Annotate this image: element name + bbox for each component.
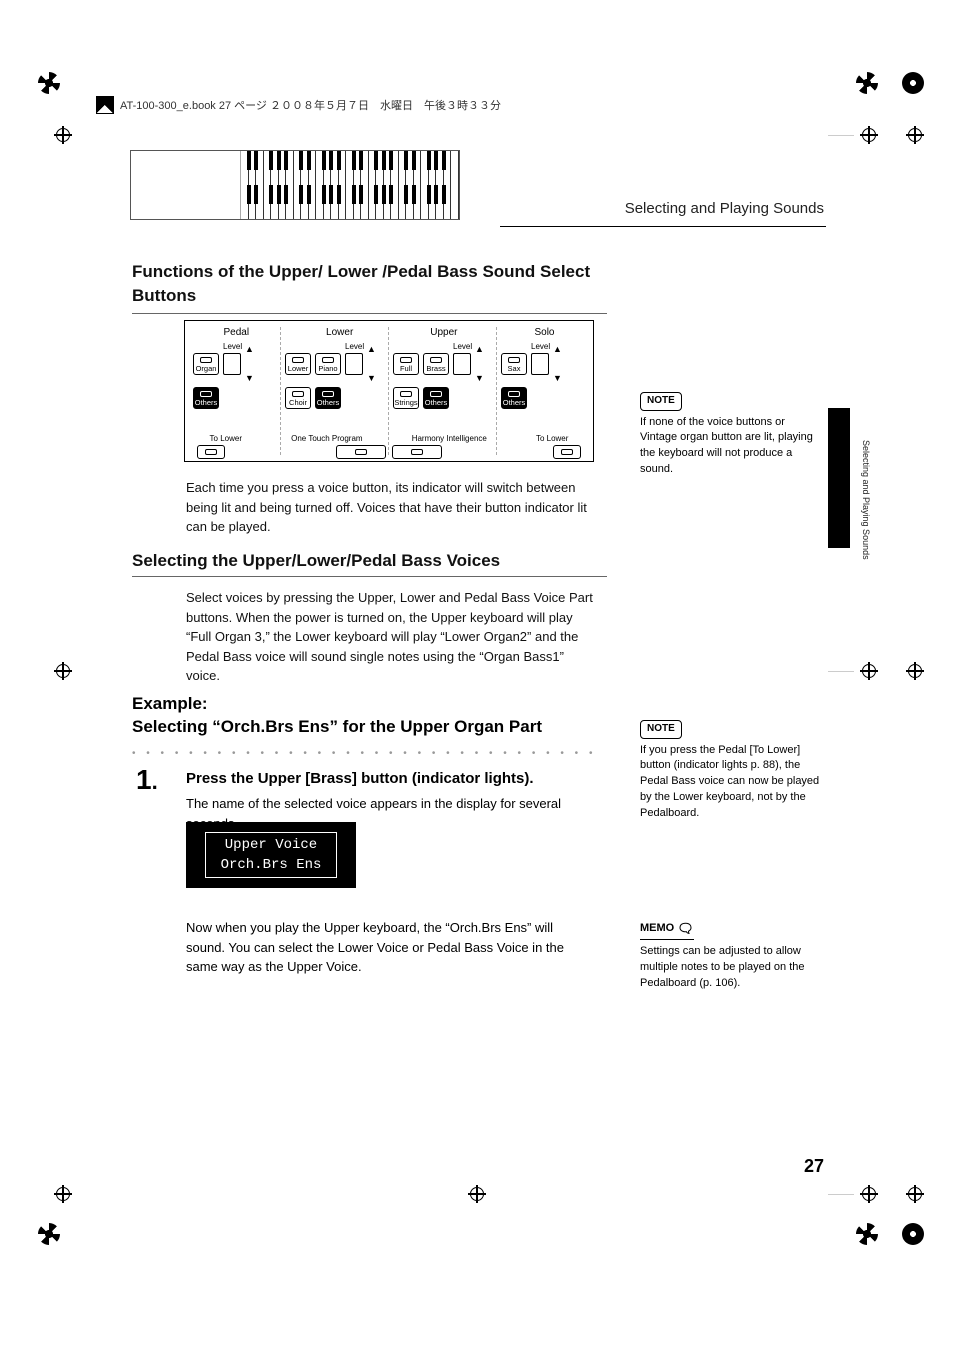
dotted-rule: • • • • • • • • • • • • • • • • • • • • … bbox=[132, 748, 598, 760]
panel-btn-upper-full: Full bbox=[393, 353, 419, 375]
panel-diagram: Pedal Lower Upper Solo Organ Level ▲▼ Ot… bbox=[184, 320, 594, 462]
panel-btn-solo-sax: Sax bbox=[501, 353, 527, 375]
functions-paragraph: Each time you press a voice button, its … bbox=[186, 478, 594, 537]
reg-mark bbox=[54, 1185, 72, 1203]
memo-tag: MEMO🗨 bbox=[640, 920, 694, 940]
note-tag: NOTE bbox=[640, 392, 682, 411]
panel-btn-upper-strings: Strings bbox=[393, 387, 419, 409]
crop-mark-br-outer bbox=[902, 1223, 924, 1245]
reg-mark bbox=[906, 662, 924, 680]
panel-group-label: Lower bbox=[326, 327, 353, 338]
running-head-rule bbox=[500, 226, 826, 227]
crop-mark-tr bbox=[856, 72, 878, 94]
kb-keys-lower bbox=[241, 185, 459, 219]
level-arrows-icon: ▲▼ bbox=[553, 345, 565, 383]
selecting-paragraph: Select voices by pressing the Upper, Low… bbox=[186, 588, 594, 686]
panel-btn-pedal-others: Others bbox=[193, 387, 219, 409]
running-head: Selecting and Playing Sounds bbox=[625, 200, 824, 217]
level-arrows-icon: ▲▼ bbox=[475, 345, 487, 383]
speech-bubble-icon: 🗨 bbox=[677, 920, 694, 939]
panel-level bbox=[531, 353, 549, 375]
keyboard-illustration bbox=[130, 150, 460, 220]
crop-mark-br bbox=[856, 1223, 878, 1245]
panel-btn-lower-lower: Lower bbox=[285, 353, 311, 375]
side-thumb-tab bbox=[828, 408, 850, 548]
panel-btn-lower-others: Others bbox=[315, 387, 341, 409]
level-label: Level bbox=[345, 342, 364, 351]
example-line2: Selecting “Orch.Brs Ens” for the Upper O… bbox=[132, 716, 598, 739]
panel-level bbox=[453, 353, 471, 375]
panel-btn-upper-others: Others bbox=[423, 387, 449, 409]
step-number: 1. bbox=[136, 764, 158, 796]
level-label: Level bbox=[453, 342, 472, 351]
sidenote-memo: MEMO🗨 Settings can be adjusted to allow … bbox=[640, 920, 820, 992]
panel-bottom-label: Harmony Intelligence bbox=[412, 434, 487, 443]
sidenote-2: NOTE If you press the Pedal [To Lower] b… bbox=[640, 720, 820, 822]
reg-mark bbox=[54, 126, 72, 144]
step-title: Press the Upper [Brass] button (indicato… bbox=[186, 770, 534, 787]
lcd-display: Upper Voice Orch.Brs Ens bbox=[186, 822, 356, 888]
crop-mark-tl bbox=[38, 72, 60, 94]
panel-bottom-label: To Lower bbox=[536, 434, 568, 443]
reg-mark bbox=[906, 1185, 924, 1203]
lcd-line2: Orch.Brs Ens bbox=[221, 857, 322, 873]
panel-btn-lower-piano: Piano bbox=[315, 353, 341, 375]
reg-mark bbox=[906, 126, 924, 144]
crop-mark-tr-outer bbox=[902, 72, 924, 94]
level-arrows-icon: ▲▼ bbox=[245, 345, 257, 383]
level-label: Level bbox=[223, 342, 242, 351]
sidenote-text: If none of the voice buttons or Vintage … bbox=[640, 415, 820, 479]
panel-btn-pedal-organ: Organ bbox=[193, 353, 219, 375]
sidenote-text: Settings can be adjusted to allow multip… bbox=[640, 944, 820, 992]
example-line1: Example: bbox=[132, 693, 598, 716]
page-number: 27 bbox=[804, 1156, 824, 1177]
print-header: AT-100-300_e.book 27 ページ ２００８年５月７日 水曜日 午… bbox=[96, 96, 501, 114]
reg-mark bbox=[828, 662, 878, 680]
panel-level bbox=[223, 353, 241, 375]
reg-mark bbox=[828, 1185, 878, 1203]
panel-bottom-label: One Touch Program bbox=[291, 434, 362, 443]
kb-panel-upper bbox=[131, 151, 241, 185]
panel-wide-btn bbox=[553, 445, 581, 459]
panel-group-label: Upper bbox=[430, 327, 457, 338]
sidenote-text: If you press the Pedal [To Lower] button… bbox=[640, 743, 820, 823]
lcd-line1: Upper Voice bbox=[225, 837, 317, 853]
crop-mark-bl bbox=[38, 1223, 60, 1245]
level-label: Level bbox=[531, 342, 550, 351]
panel-btn-solo-others: Others bbox=[501, 387, 527, 409]
kb-panel-lower bbox=[131, 185, 241, 219]
panel-group-label: Solo bbox=[534, 327, 554, 338]
panel-wide-btn bbox=[392, 445, 442, 459]
panel-wide-btn bbox=[197, 445, 225, 459]
step-after-paragraph: Now when you play the Upper keyboard, th… bbox=[186, 918, 594, 977]
note-tag: NOTE bbox=[640, 720, 682, 739]
print-header-text: AT-100-300_e.book 27 ページ ２００８年５月７日 水曜日 午… bbox=[120, 97, 501, 113]
panel-btn-lower-choir: Choir bbox=[285, 387, 311, 409]
panel-wide-btn bbox=[336, 445, 386, 459]
panel-group-label: Pedal bbox=[223, 327, 249, 338]
heading-selecting: Selecting the Upper/Lower/Pedal Bass Voi… bbox=[132, 551, 597, 571]
reg-mark bbox=[828, 126, 878, 144]
kb-keys-upper bbox=[241, 151, 459, 185]
book-icon bbox=[96, 96, 114, 114]
panel-btn-upper-brass: Brass bbox=[423, 353, 449, 375]
side-tab-label: Selecting and Playing Sounds bbox=[857, 440, 871, 560]
example-heading: Example: Selecting “Orch.Brs Ens” for th… bbox=[132, 693, 598, 739]
level-arrows-icon: ▲▼ bbox=[367, 345, 379, 383]
sidenote-1: NOTE If none of the voice buttons or Vin… bbox=[640, 392, 820, 478]
panel-level bbox=[345, 353, 363, 375]
reg-mark bbox=[468, 1185, 486, 1203]
heading-functions: Functions of the Upper/ Lower /Pedal Bas… bbox=[132, 260, 597, 308]
panel-bottom-label: To Lower bbox=[210, 434, 242, 443]
reg-mark bbox=[54, 662, 72, 680]
